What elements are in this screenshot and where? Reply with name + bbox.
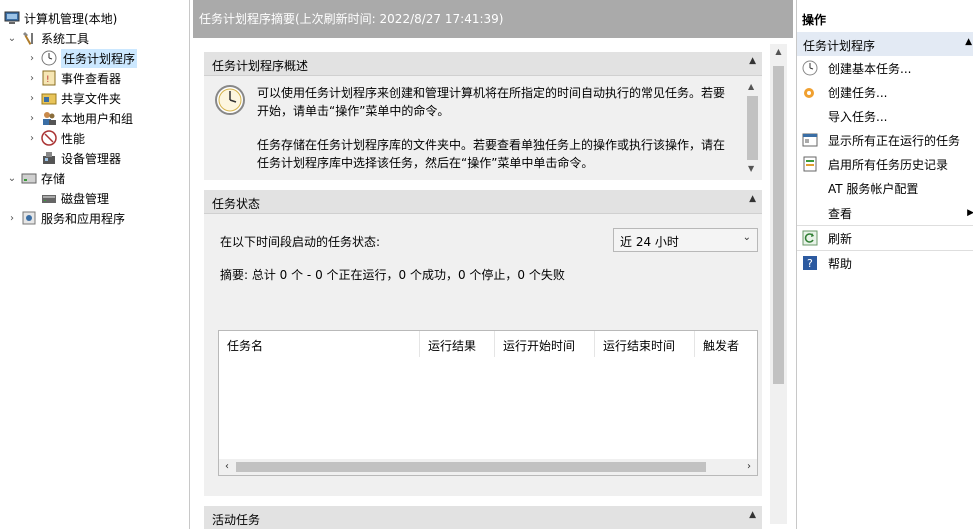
chevron-right-icon[interactable]: › <box>26 112 38 124</box>
actions-pane: 操作 任务计划程序 ▲ 创建基本任务... 创建任务... 导入任务... 显示… <box>796 0 973 529</box>
overview-panel-header[interactable]: 任务计划程序概述 ▲ <box>204 52 762 76</box>
scroll-right-icon[interactable]: › <box>741 459 757 475</box>
status-summary: 摘要: 总计 0 个 - 0 个正在运行，0 个成功，0 个停止，0 个失败 <box>220 268 565 282</box>
tree-item-disk-management[interactable]: 磁盘管理 <box>41 188 109 208</box>
tools-icon <box>21 30 37 46</box>
table-horizontal-scrollbar[interactable]: ‹ › <box>219 459 757 475</box>
tree-item-task-scheduler[interactable]: › 任务计划程序 <box>26 48 138 68</box>
active-tasks-title: 活动任务 <box>212 513 261 527</box>
chevron-right-icon[interactable]: › <box>26 52 38 64</box>
clock-icon <box>41 50 57 66</box>
blank-icon <box>802 205 818 221</box>
time-period-select[interactable]: 近 24 小时 ⌄ <box>613 228 758 252</box>
scroll-thumb[interactable] <box>773 66 784 384</box>
task-scheduler-clock-icon <box>214 84 246 116</box>
summary-body: 任务计划程序概述 ▲ 可以使用任务计划程序来创建和管理计算机将在所指定的时间自动… <box>193 38 793 529</box>
scroll-down-icon[interactable]: ▼ <box>748 164 754 173</box>
services-icon <box>21 210 37 226</box>
submenu-arrow-icon: ▶ <box>967 208 973 218</box>
tree-item-shared-folders[interactable]: › 共享文件夹 <box>26 88 121 108</box>
scroll-up-icon[interactable]: ▲ <box>770 44 787 60</box>
chevron-right-icon[interactable]: › <box>6 212 18 224</box>
help-icon: ? <box>802 255 818 271</box>
action-enable-task-history[interactable]: 启用所有任务历史记录 <box>797 152 973 176</box>
action-help[interactable]: ? 帮助 <box>797 251 973 275</box>
collapse-up-icon[interactable]: ▲ <box>749 56 756 66</box>
actions-header: 操作 <box>802 13 827 27</box>
tree-item-services-apps[interactable]: › 服务和应用程序 <box>6 208 125 228</box>
storage-icon <box>21 170 37 186</box>
scroll-thumb[interactable] <box>747 96 758 160</box>
column-header-task-name[interactable]: 任务名 <box>219 331 420 357</box>
action-create-task[interactable]: 创建任务... <box>797 80 973 104</box>
navigation-tree: 计算机管理(本地) ⌄ 系统工具 › 任务计划程序 › ! 事件查看器 › 共享… <box>0 0 190 529</box>
collapse-up-icon[interactable]: ▲ <box>965 37 972 47</box>
overview-title: 任务计划程序概述 <box>212 59 309 73</box>
scroll-thumb[interactable] <box>236 462 706 472</box>
column-header-run-result[interactable]: 运行结果 <box>420 331 495 357</box>
tree-item-event-viewer[interactable]: › ! 事件查看器 <box>26 68 121 88</box>
action-create-basic-task[interactable]: 创建基本任务... <box>797 56 973 80</box>
action-show-running-tasks[interactable]: 显示所有正在运行的任务 <box>797 128 973 152</box>
task-history-icon <box>802 156 818 172</box>
action-view[interactable]: 查看 ▶ <box>797 201 973 225</box>
actions-section-label: 任务计划程序 <box>803 39 876 53</box>
svg-text:!: ! <box>46 75 50 85</box>
tree-item-local-users[interactable]: › 本地用户和组 <box>26 108 133 128</box>
action-refresh[interactable]: 刷新 <box>797 226 973 250</box>
scroll-up-icon[interactable]: ▲ <box>748 82 754 91</box>
running-tasks-icon <box>802 132 818 148</box>
chevron-down-icon[interactable]: ⌄ <box>6 172 18 184</box>
summary-pane: 任务计划程序摘要(上次刷新时间: 2022/8/27 17:41:39) 任务计… <box>193 0 793 529</box>
overview-para1-line1: 可以使用任务计划程序来创建和管理计算机将在所指定的时间自动执行的常见任务。若要 <box>257 86 726 100</box>
chevron-right-icon[interactable]: › <box>26 72 38 84</box>
performance-icon <box>41 130 57 146</box>
status-period-label: 在以下时间段启动的任务状态: <box>220 235 381 249</box>
column-header-triggered-by[interactable]: 触发者 <box>695 331 757 357</box>
computer-management-icon <box>4 10 20 26</box>
time-period-value: 近 24 小时 <box>620 235 679 249</box>
overview-para2-line1: 任务存储在任务计划程序库的文件夹中。若要查看单独任务上的操作或执行该操作，请在 <box>257 138 726 152</box>
overview-para2-line2: 任务计划程序库中选择该任务，然后在“操作”菜单中单击命令。 <box>257 156 594 170</box>
collapse-up-icon[interactable]: ▲ <box>749 194 756 204</box>
event-viewer-icon: ! <box>41 70 57 86</box>
svg-text:?: ? <box>807 257 813 270</box>
active-tasks-panel-header[interactable]: 活动任务 ▲ <box>204 506 762 529</box>
task-status-panel-header[interactable]: 任务状态 ▲ <box>204 190 762 214</box>
tree-item-system-tools[interactable]: ⌄ 系统工具 <box>6 28 89 48</box>
overview-para1-line2: 开始，请单击“操作”菜单中的命令。 <box>257 104 450 118</box>
chevron-down-icon[interactable]: ⌄ <box>6 32 18 44</box>
column-header-run-end[interactable]: 运行结束时间 <box>595 331 695 357</box>
summary-vertical-scrollbar[interactable]: ▲ <box>770 44 787 524</box>
task-table: 任务名 运行结果 运行开始时间 运行结束时间 触发者 ‹ › <box>218 330 758 476</box>
shared-folder-icon <box>41 90 57 106</box>
blank-icon <box>802 180 818 196</box>
scroll-left-icon[interactable]: ‹ <box>219 459 235 475</box>
tree-item-performance[interactable]: › 性能 <box>26 128 85 148</box>
overview-panel: 任务计划程序概述 ▲ 可以使用任务计划程序来创建和管理计算机将在所指定的时间自动… <box>204 52 762 180</box>
collapse-up-icon[interactable]: ▲ <box>749 510 756 520</box>
task-status-title: 任务状态 <box>212 197 261 211</box>
disk-management-icon <box>41 190 57 206</box>
create-task-icon <box>802 84 818 100</box>
column-header-run-start[interactable]: 运行开始时间 <box>495 331 595 357</box>
device-manager-icon <box>41 150 57 166</box>
tree-item-device-manager[interactable]: 设备管理器 <box>41 148 121 168</box>
users-icon <box>41 110 57 126</box>
action-import-task[interactable]: 导入任务... <box>797 104 973 128</box>
chevron-right-icon[interactable]: › <box>26 132 38 144</box>
tree-item-computer-management[interactable]: 计算机管理(本地) <box>4 8 117 28</box>
actions-section-task-scheduler[interactable]: 任务计划程序 ▲ <box>797 32 973 56</box>
chevron-right-icon[interactable]: › <box>26 92 38 104</box>
overview-scrollbar[interactable]: ▲ ▼ <box>744 76 761 180</box>
summary-header: 任务计划程序摘要(上次刷新时间: 2022/8/27 17:41:39) <box>193 0 793 38</box>
action-at-service-account[interactable]: AT 服务帐户配置 <box>797 176 973 200</box>
tree-item-storage[interactable]: ⌄ 存储 <box>6 168 65 188</box>
active-tasks-panel: 活动任务 ▲ <box>204 506 762 529</box>
create-basic-task-icon <box>802 60 818 76</box>
refresh-icon <box>802 230 818 246</box>
blank-icon <box>802 108 818 124</box>
chevron-down-icon[interactable]: ⌄ <box>743 232 751 243</box>
